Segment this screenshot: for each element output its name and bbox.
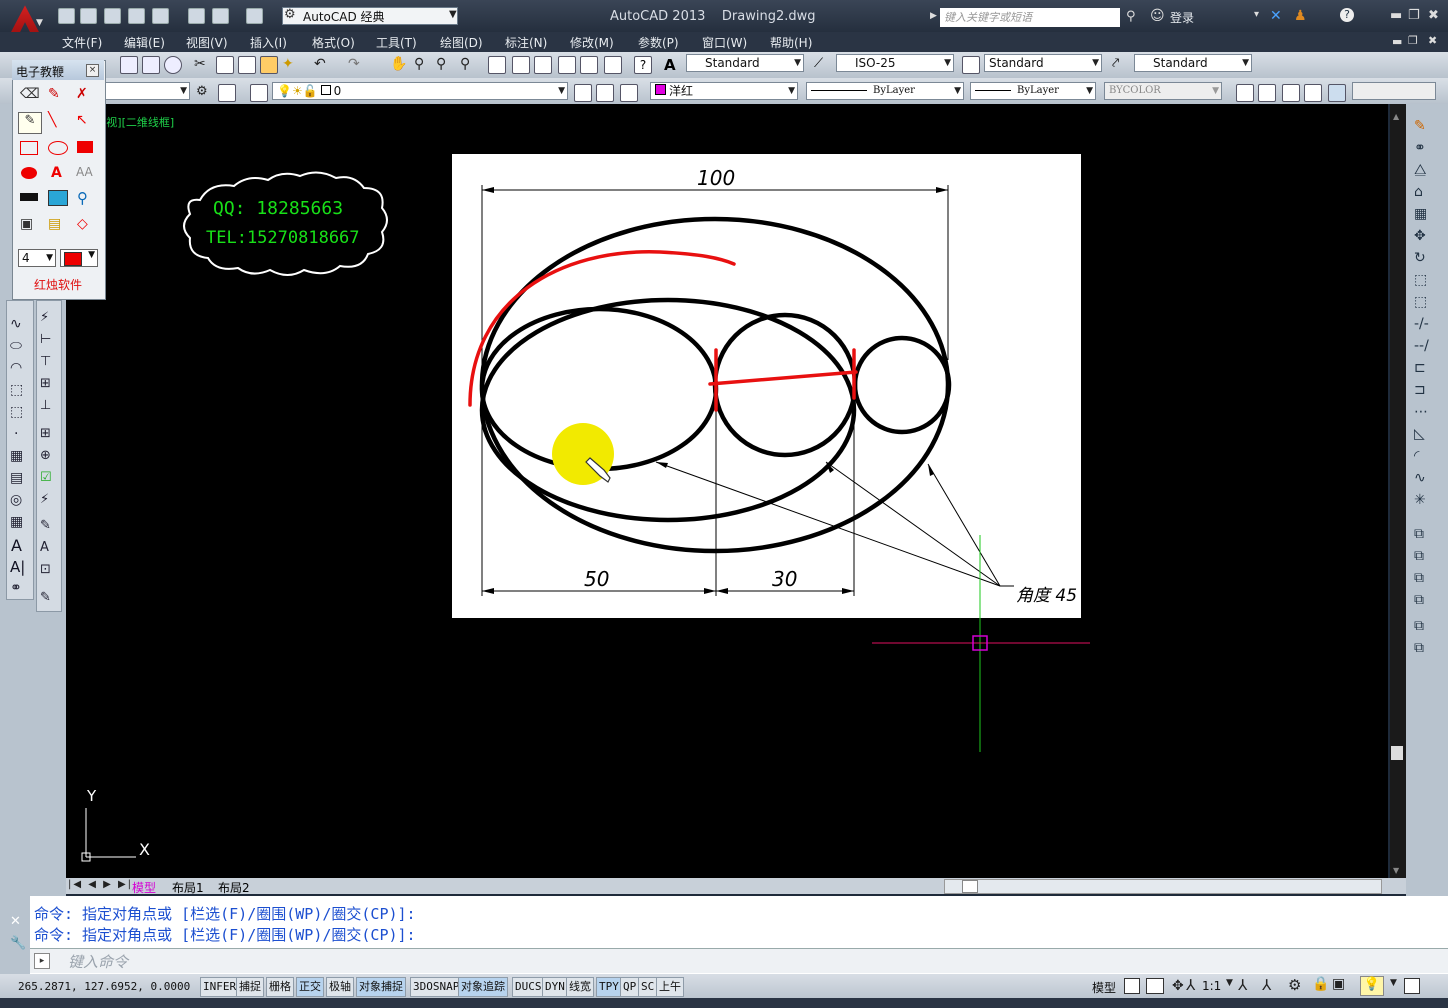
status-qp[interactable]: QP — [620, 977, 640, 997]
arrow-50-right — [704, 588, 716, 594]
dim-text-100: 100 — [697, 166, 736, 190]
contact-qq-text: QQ: 18285663 — [213, 198, 344, 219]
open-folder-icon[interactable]: ▤ — [48, 216, 61, 232]
hardware-acceleration-icon[interactable]: ▣ — [1332, 976, 1345, 992]
model-space-toggle[interactable]: 模型 — [1092, 979, 1116, 996]
save-icon[interactable]: ▣ — [20, 216, 33, 232]
magnifier-icon[interactable]: ⚲ — [77, 189, 88, 207]
leader-2 — [825, 461, 1001, 587]
rectangle-tool-icon[interactable] — [20, 141, 38, 155]
status-3dosnap[interactable]: 3DOSNAP — [410, 977, 463, 997]
leader-arrow-3 — [928, 464, 934, 476]
filled-rectangle-icon[interactable] — [77, 141, 93, 153]
status-osnap[interactable]: 对象捕捉 — [356, 977, 406, 997]
drawing-layer — [81, 171, 1090, 862]
clean-screen-icon[interactable] — [1404, 978, 1420, 994]
auto-scale-icon[interactable]: ⅄ — [1262, 976, 1271, 994]
arrow-100-left — [482, 187, 494, 193]
tab-navigation-icons[interactable]: |◀ ◀ ▶ ▶| — [68, 879, 133, 890]
command-prompt-icon[interactable]: ▸ — [34, 953, 50, 969]
lightbulb-icon[interactable]: 💡 — [1360, 976, 1384, 996]
leader-note-text: 角度 45 — [1016, 586, 1078, 606]
wrench-icon[interactable]: 🔧 — [10, 936, 26, 951]
close-icon[interactable]: × — [86, 64, 99, 77]
leader-3 — [927, 463, 1001, 587]
dim-text-50: 50 — [584, 567, 610, 591]
electronic-pointer-footer: 红烛软件 — [34, 278, 83, 292]
pen-color-select[interactable]: ▼ — [60, 249, 98, 267]
gear-icon[interactable]: ⚙ — [1288, 976, 1301, 994]
chevron-down-icon[interactable]: ▼ — [1390, 978, 1397, 988]
status-infer[interactable]: INFER — [200, 977, 240, 997]
black-background-icon[interactable] — [20, 193, 38, 201]
status-sc[interactable]: SC — [638, 977, 658, 997]
status-ducs[interactable]: DUCS — [512, 977, 545, 997]
command-input-row — [30, 948, 1448, 973]
annotation-visibility-icon[interactable]: ⅄ — [1238, 976, 1247, 994]
arrow-100-right — [936, 187, 948, 193]
arrow-50-left — [482, 588, 494, 594]
quick-view-layouts-icon[interactable] — [1124, 978, 1140, 994]
pen-size-value: 4 — [22, 251, 30, 265]
tab-layout1[interactable]: 布局1 — [172, 879, 204, 896]
contact-tel-text: TEL:15270818667 — [206, 228, 360, 248]
leader-1 — [655, 461, 1001, 587]
arrow-30-left — [716, 588, 728, 594]
pen-icon[interactable]: ✎ — [48, 86, 60, 102]
electronic-pointer-title: 电子教鞭 — [16, 65, 65, 79]
arrow-tool-icon[interactable]: ↖ — [76, 112, 88, 128]
leader-arrow-1 — [656, 462, 668, 468]
tab-layout2[interactable]: 布局2 — [218, 879, 250, 896]
window-bottom-edge — [0, 998, 1448, 1008]
annotation-scale-icon[interactable]: ⅄ — [1186, 976, 1195, 994]
font-tool-icon[interactable]: AA — [76, 165, 93, 179]
tab-model[interactable]: 模型 — [132, 879, 156, 896]
circle-30 — [712, 312, 858, 458]
screen-capture-icon[interactable] — [48, 190, 68, 206]
ucs-x-label: X — [139, 840, 150, 859]
circle-small — [852, 335, 952, 435]
status-dyn[interactable]: DYN — [542, 977, 568, 997]
lock-icon[interactable]: 🔒 — [1312, 976, 1329, 992]
red-arc-annotation — [468, 250, 736, 407]
eraser-icon[interactable]: ⌫ — [20, 86, 40, 102]
status-am[interactable]: 上午 — [656, 977, 684, 997]
coordinates-readout[interactable]: 265.2871, 127.6952, 0.0000 — [18, 980, 190, 993]
shape-tool-icon[interactable]: ◇ — [77, 216, 88, 232]
pan-icon[interactable]: ✥ — [1172, 978, 1184, 994]
ucs-y-label: Y — [87, 787, 97, 805]
horizontal-scrollbar[interactable] — [944, 879, 1382, 894]
status-snap[interactable]: 捕捉 — [236, 977, 264, 997]
red-line-annotation — [708, 370, 858, 386]
hscroll-thumb[interactable] — [962, 880, 978, 893]
ellipse-tool-icon[interactable] — [48, 141, 68, 155]
red-swatch-icon — [64, 252, 82, 266]
command-input[interactable]: 键入命令 — [68, 951, 128, 972]
command-history-line: 命令: 指定对角点或 [栏选(F)/圈围(WP)/圈交(CP)]: — [34, 905, 416, 923]
inner-ellipse — [479, 297, 857, 523]
clear-all-icon[interactable]: ✗ — [76, 86, 88, 102]
contact-cloud — [183, 171, 388, 276]
status-otrack[interactable]: 对象追踪 — [458, 977, 508, 997]
arrow-30-right — [842, 588, 854, 594]
line-tool-icon[interactable]: ╲ — [48, 112, 56, 128]
status-ortho[interactable]: 正交 — [296, 977, 324, 997]
close-icon[interactable]: ✕ — [10, 914, 21, 929]
status-grid[interactable]: 栅格 — [266, 977, 294, 997]
dim-text-30: 30 — [772, 567, 798, 591]
filled-ellipse-icon[interactable] — [21, 167, 37, 179]
status-lineweight[interactable]: 线宽 — [566, 977, 594, 997]
freehand-pen-icon[interactable]: ✎ — [18, 112, 42, 134]
chevron-down-icon[interactable]: ▼ — [1226, 978, 1233, 988]
status-tpy[interactable]: TPY — [596, 977, 622, 997]
status-polar[interactable]: 极轴 — [326, 977, 354, 997]
pen-size-select[interactable]: 4 ▼ — [18, 249, 56, 267]
command-window-handle[interactable] — [0, 896, 30, 974]
text-tool-icon[interactable]: A — [51, 165, 62, 181]
command-history-line: 命令: 指定对角点或 [栏选(F)/圈围(WP)/圈交(CP)]: — [34, 926, 416, 944]
annotation-scale[interactable]: 1:1 — [1202, 979, 1221, 993]
quick-view-drawings-icon[interactable] — [1146, 978, 1164, 994]
